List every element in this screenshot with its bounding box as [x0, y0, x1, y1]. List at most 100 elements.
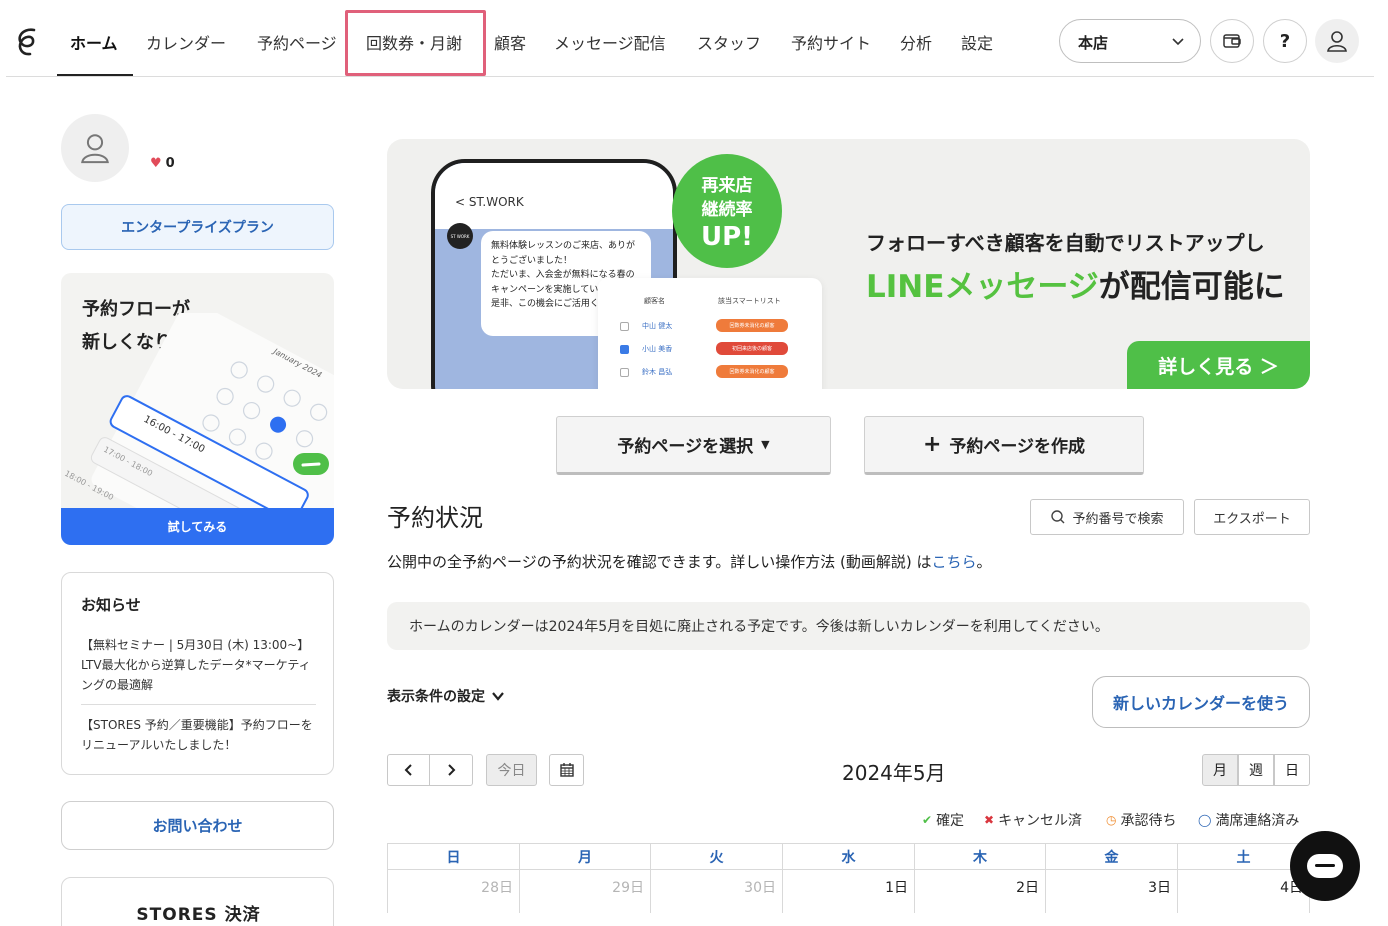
caret-down-icon: ▼ — [761, 438, 770, 451]
store-select-value: 本店 — [1078, 34, 1109, 52]
plan-badge[interactable]: エンタープライズプラン — [61, 204, 334, 250]
phone-back-label: < ST.WORK — [455, 195, 524, 209]
legend-pending-label: 承認待ち — [1120, 813, 1177, 829]
banner-headline-rest: が配信可能に — [1098, 269, 1285, 305]
calendar-day-cell[interactable]: 1日 — [783, 870, 915, 913]
checkbox-checked-icon — [620, 345, 629, 354]
weekday-header: 火 — [651, 843, 783, 870]
nav-home[interactable]: ホーム — [70, 30, 118, 54]
list-row-tag: 初回来店後の顧客 — [716, 342, 788, 355]
export-button[interactable]: エクスポート — [1194, 499, 1310, 535]
calendar-day-cell[interactable]: 30日 — [651, 870, 783, 913]
calendar-grid: 日 月 火 水 木 金 土 28日 29日 30日 1日 2日 3日 4日 — [387, 843, 1310, 913]
user-icon — [81, 134, 109, 164]
bubble-line-1: 無料体験レッスンのご来店、ありがとうございました！ — [491, 241, 636, 266]
view-day-button[interactable]: 日 — [1274, 754, 1310, 786]
legend-full-label: 満席連絡済み — [1215, 813, 1300, 829]
calendar-icon — [559, 763, 574, 777]
calendar-day-cell[interactable]: 29日 — [520, 870, 651, 913]
account-button[interactable] — [1315, 19, 1359, 63]
banner-more-button[interactable]: 詳しく見る ＞ — [1127, 341, 1310, 389]
select-booking-page-button[interactable]: 予約ページを選択 ▼ — [556, 416, 831, 475]
legend-confirmed: ✔ 確定 — [922, 810, 964, 830]
try-button[interactable]: 試してみる — [61, 508, 334, 545]
nav-staff[interactable]: スタッフ — [697, 30, 761, 54]
list-row: 鈴木 昌弘 回数券未消化の顧客 — [620, 365, 800, 382]
store-select[interactable]: 本店 — [1059, 19, 1201, 63]
checkbox-icon — [620, 368, 629, 377]
nav-settings[interactable]: 設定 — [961, 30, 993, 54]
chevron-right-icon — [448, 764, 456, 776]
stores-logo-icon[interactable] — [12, 26, 42, 58]
create-booking-page-button[interactable]: + 予約ページを作成 — [864, 416, 1144, 475]
view-week-button[interactable]: 週 — [1238, 754, 1274, 786]
nav-booking-site[interactable]: 予約サイト — [791, 30, 871, 54]
select-booking-page-label: 予約ページを選択 — [617, 437, 754, 457]
list-row-tag: 回数券未消化の顧客 — [716, 365, 788, 378]
legend-cancelled-label: キャンセル済 — [998, 813, 1083, 829]
nav-calendar[interactable]: カレンダー — [146, 30, 226, 54]
news-item-1[interactable]: 【無料セミナー | 5月30日 (木) 13:00~】LTV最大化から逆算したデ… — [81, 635, 317, 695]
filter-label: 表示条件の設定 — [387, 689, 485, 705]
weekday-header: 日 — [387, 843, 520, 870]
news-item-2[interactable]: 【STORES 予約／重要機能】予約フローをリニューアルいたしました！ — [81, 715, 317, 755]
heart-icon: ♥ — [150, 156, 162, 171]
weekday-header: 木 — [915, 843, 1046, 870]
highlight-box — [345, 10, 486, 76]
desc-end: 。 — [976, 553, 992, 571]
create-booking-page-label: 予約ページを作成 — [949, 437, 1086, 457]
check-circle-icon: ✔ — [922, 813, 933, 827]
date-picker-button[interactable] — [549, 754, 584, 786]
search-by-number-button[interactable]: 予約番号で検索 — [1030, 499, 1184, 535]
help-link[interactable]: こちら — [931, 553, 976, 571]
calendar-month-title: 2024年5月 — [842, 761, 946, 785]
nav-messaging[interactable]: メッセージ配信 — [554, 30, 666, 54]
booking-status-title: 予約状況 — [387, 504, 483, 532]
booking-flow-promo-card[interactable]: 予約フローが 新しくなりました January 2024 16:00 - 17:… — [61, 273, 334, 545]
st-work-icon: ST WORK — [447, 223, 473, 249]
calendar-day-cell[interactable]: 4日 — [1178, 870, 1310, 913]
view-month-button[interactable]: 月 — [1202, 754, 1238, 786]
news-heading: お知らせ — [81, 596, 141, 614]
news-card: お知らせ 【無料セミナー | 5月30日 (木) 13:00~】LTV最大化から… — [61, 572, 334, 775]
contact-button[interactable]: お問い合わせ — [61, 801, 334, 850]
list-row: 中山 健太 回数券未消化の顧客 — [620, 319, 800, 336]
use-new-calendar-button[interactable]: 新しいカレンダーを使う — [1092, 676, 1310, 728]
nav-booking-pages[interactable]: 予約ページ — [257, 30, 337, 54]
profile-avatar[interactable] — [61, 114, 129, 182]
wallet-button[interactable] — [1210, 19, 1254, 63]
legend-full: ◯ 満席連絡済み — [1198, 810, 1299, 830]
line-messaging-banner[interactable]: < ST.WORK ST WORK 無料体験レッスンのご来店、ありがとうございま… — [387, 139, 1310, 389]
prev-month-button[interactable] — [387, 754, 430, 786]
weekday-header: 水 — [783, 843, 915, 870]
banner-headline-1: フォローすべき顧客を自動でリストアップし — [866, 231, 1265, 255]
next-month-button[interactable] — [429, 754, 473, 786]
badge-line-2: 継続率 — [701, 200, 753, 220]
nav-analytics[interactable]: 分析 — [900, 30, 932, 54]
chat-icon — [1307, 854, 1343, 878]
user-icon — [1327, 31, 1347, 52]
clock-icon: ◷ — [1106, 813, 1117, 827]
search-icon — [1051, 510, 1065, 524]
desc-text: 公開中の全予約ページの予約状況を確認できます。詳しい操作方法 (動画解説) は — [387, 553, 932, 571]
stores-payments-card[interactable]: STORES 決済 — [61, 877, 334, 926]
help-button[interactable]: ? — [1263, 19, 1307, 63]
list-row-tag: 回数券未消化の顧客 — [716, 319, 788, 332]
notify-icon: ◯ — [1198, 813, 1212, 827]
nav-customers[interactable]: 顧客 — [494, 30, 526, 54]
display-filter-toggle[interactable]: 表示条件の設定 — [387, 686, 505, 706]
stores-card-title: STORES 決済 — [136, 905, 261, 925]
badge-line-1: 再来店 — [701, 176, 753, 196]
chat-support-button[interactable] — [1290, 831, 1360, 901]
status-description: 公開中の全予約ページの予約状況を確認できます。詳しい操作方法 (動画解説) はこ… — [387, 551, 991, 572]
today-button[interactable]: 今日 — [486, 754, 537, 786]
calendar-day-cell[interactable]: 2日 — [915, 870, 1046, 913]
chevron-down-icon — [492, 692, 504, 701]
likes-count: ♥ 0 — [150, 156, 175, 171]
list-row-name: 鈴木 昌弘 — [642, 368, 673, 376]
weekday-header: 月 — [520, 843, 651, 870]
list-head-name: 顧客名 — [644, 297, 665, 305]
calendar-day-cell[interactable]: 28日 — [387, 870, 520, 913]
wallet-icon — [1223, 34, 1241, 48]
calendar-day-cell[interactable]: 3日 — [1046, 870, 1178, 913]
